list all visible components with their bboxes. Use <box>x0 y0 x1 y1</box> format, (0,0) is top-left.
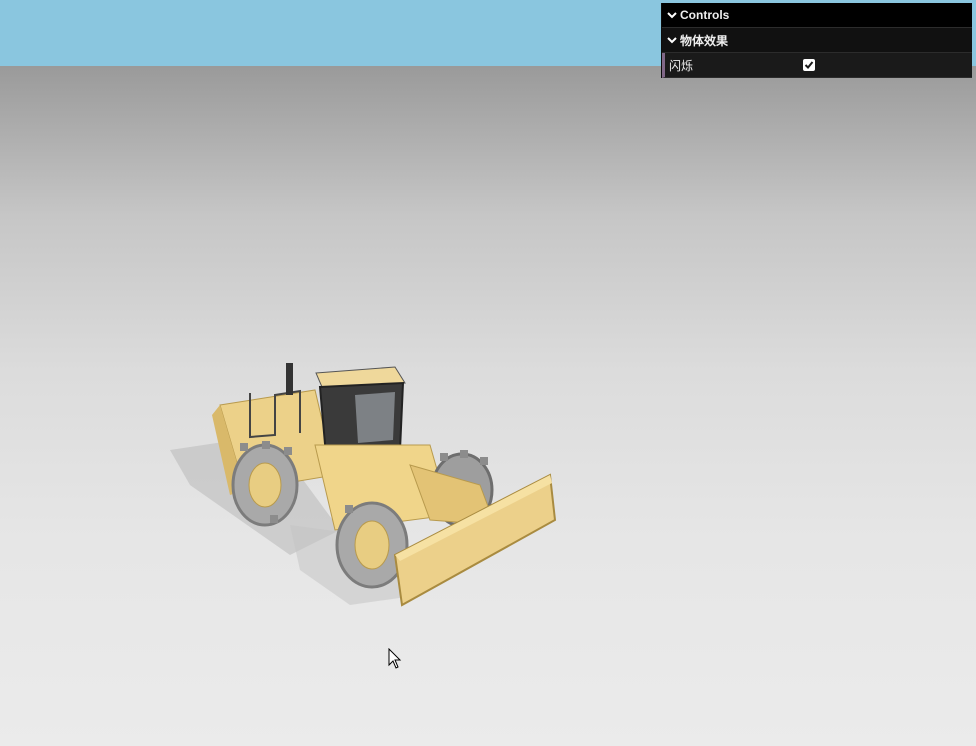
property-row-flicker[interactable]: 闪烁 <box>662 53 972 78</box>
controls-title: Controls <box>680 8 730 22</box>
front-wheel-hub <box>354 520 390 570</box>
chevron-down-icon <box>667 12 677 19</box>
rear-wheel-hub <box>248 462 282 508</box>
chevron-down-icon <box>667 37 677 44</box>
flicker-checkbox[interactable] <box>803 59 815 71</box>
controls-title-bar[interactable]: Controls <box>662 3 972 28</box>
cab-glass <box>355 392 395 443</box>
property-label: 闪烁 <box>669 58 694 73</box>
controls-panel: Controls 物体效果 闪烁 <box>661 3 972 78</box>
exhaust-stack <box>286 363 293 395</box>
3d-viewport[interactable]: Controls 物体效果 闪烁 <box>0 0 976 746</box>
mouse-pointer-icon <box>388 648 402 669</box>
check-icon <box>804 61 814 69</box>
folder-object-effects[interactable]: 物体效果 <box>662 28 972 53</box>
compactor-3d-model[interactable] <box>150 355 570 620</box>
folder-title: 物体效果 <box>680 33 729 48</box>
